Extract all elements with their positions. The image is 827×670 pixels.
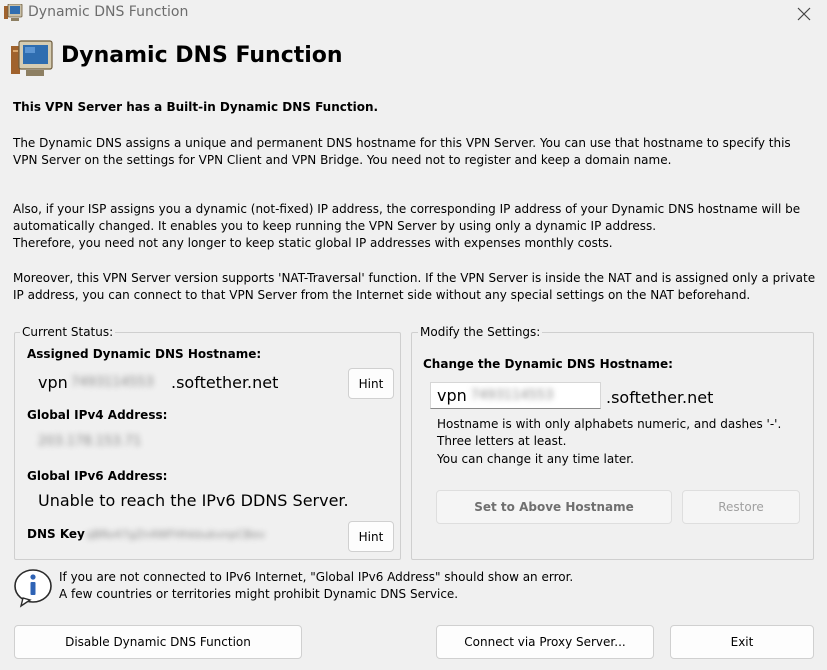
assigned-hostname-prefix: vpn [38, 373, 68, 392]
page-title: Dynamic DNS Function [61, 43, 343, 68]
hostname-rule-2: Three letters at least. [437, 434, 567, 448]
hostname-rule-3: You can change it any time later. [437, 452, 634, 466]
dns-key-label: DNS Key [27, 527, 85, 541]
proxy-server-button[interactable]: Connect via Proxy Server... [436, 625, 654, 659]
hostname-hint-button[interactable]: Hint [348, 368, 394, 399]
hostname-input-blurred: 7493114553 [470, 388, 554, 403]
ipv4-value-blurred: 203.178.153.71 [38, 434, 142, 449]
hostname-input[interactable]: vpn 7493114553 [430, 382, 601, 409]
computer-icon [4, 4, 23, 21]
intro-heading: This VPN Server has a Built-in Dynamic D… [13, 100, 379, 114]
modify-settings-label: Modify the Settings: [418, 325, 543, 339]
hostname-suffix: .softether.net [606, 388, 714, 407]
hostname-input-prefix: vpn [437, 386, 467, 405]
intro-paragraph-4: Moreover, this VPN Server version suppor… [13, 271, 816, 302]
dns-key-value-blurred: qBRo47gZn4WFHhkbukvnpCBev [86, 528, 266, 541]
restore-button[interactable]: Restore [682, 490, 800, 524]
assigned-hostname-label: Assigned Dynamic DNS Hostname: [27, 347, 262, 361]
intro-paragraph-3: Therefore, you need not any longer to ke… [13, 236, 613, 250]
disable-ddns-button[interactable]: Disable Dynamic DNS Function [14, 625, 302, 659]
info-icon [14, 569, 52, 608]
current-status-label: Current Status: [20, 325, 116, 339]
ipv4-label: Global IPv4 Address: [27, 408, 168, 422]
dns-key-hint-button[interactable]: Hint [348, 521, 394, 552]
ipv6-label: Global IPv6 Address: [27, 469, 168, 483]
hostname-rule-1: Hostname is with only alphabets numeric,… [437, 417, 782, 431]
notice-line-1: If you are not connected to IPv6 Interne… [59, 570, 574, 584]
title-bar: Dynamic DNS Function [0, 0, 827, 27]
intro-paragraph-1: The Dynamic DNS assigns a unique and per… [13, 136, 791, 167]
close-button[interactable] [787, 0, 821, 27]
ipv6-value: Unable to reach the IPv6 DDNS Server. [38, 491, 349, 510]
window-title: Dynamic DNS Function [28, 4, 189, 20]
notice-line-2: A few countries or territories might pro… [59, 587, 459, 601]
assigned-hostname-suffix: .softether.net [171, 373, 279, 392]
computer-icon [11, 40, 53, 76]
exit-button[interactable]: Exit [670, 625, 814, 659]
change-hostname-label: Change the Dynamic DNS Hostname: [423, 357, 673, 371]
close-icon [797, 7, 811, 20]
set-hostname-button[interactable]: Set to Above Hostname [436, 490, 672, 524]
intro-paragraph-2: Also, if your ISP assigns you a dynamic … [13, 202, 801, 233]
assigned-hostname-blurred: 7493114553 [71, 375, 154, 390]
